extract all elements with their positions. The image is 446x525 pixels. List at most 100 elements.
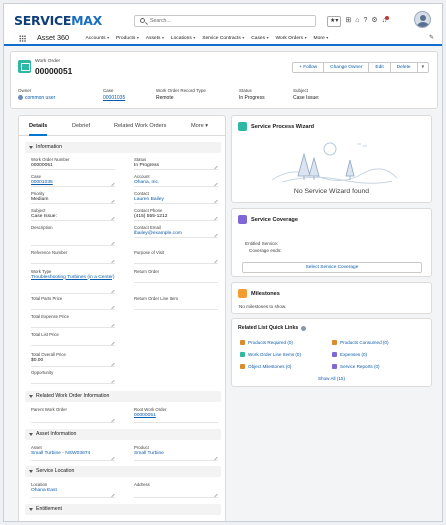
highlight-value[interactable]: 00001035 — [103, 95, 125, 101]
edit-pencil-icon[interactable] — [214, 259, 218, 264]
tab-details[interactable]: Details — [29, 116, 48, 136]
nav-item-accounts[interactable]: Accounts ▾ — [82, 31, 113, 46]
section-service-location[interactable]: Service Location — [25, 466, 221, 477]
edit-pencil-icon[interactable] — [111, 493, 115, 498]
nav-item-locations[interactable]: Locations ▾ — [167, 31, 198, 46]
edit-pencil-icon[interactable] — [111, 341, 115, 346]
change-owner-button[interactable]: Change Owner — [323, 62, 370, 73]
edit-pencil-icon[interactable] — [111, 362, 115, 367]
field-value[interactable]: lbailey@example.com — [134, 231, 218, 237]
header-utility-icons: ★▾ ⊞ ⌂ ? ⚙ ♫ — [327, 15, 389, 27]
coverage-icon — [238, 215, 247, 224]
quick-link-service-reports[interactable]: Service Reports (0) — [332, 364, 380, 369]
field-value[interactable]: Ohana, Inc. — [134, 180, 218, 186]
follow-button[interactable]: + Follow — [292, 62, 325, 73]
edit-pencil-icon[interactable] — [111, 456, 115, 461]
field-value[interactable]: Lauren Bailey — [134, 197, 218, 203]
quick-link-object-milestones[interactable]: Object Milestones (0) — [240, 364, 291, 369]
quick-link-products-consumed[interactable]: Products Consumed (0) — [332, 340, 389, 345]
chevron-down-icon[interactable]: ▾ — [326, 36, 328, 40]
edit-button[interactable]: Edit — [368, 62, 391, 73]
nav-item-work-orders[interactable]: Work Orders ▾ — [271, 31, 311, 46]
chevron-down-icon[interactable]: ▾ — [242, 36, 244, 40]
show-all-link[interactable]: Show All (15) — [232, 376, 431, 381]
nav-item-assets[interactable]: Assets ▾ — [142, 31, 167, 46]
nav-item-more[interactable]: More ▾ — [310, 31, 332, 46]
highlight-owner: Owner common user — [18, 88, 55, 101]
edit-nav-pencil-icon[interactable]: ✎ — [429, 34, 434, 41]
quick-link-label[interactable]: Service Reports (0) — [340, 364, 380, 369]
edit-pencil-icon[interactable] — [111, 323, 115, 328]
notifications-bell-icon[interactable]: ♫ — [382, 15, 389, 27]
chevron-down-icon[interactable]: ▾ — [267, 36, 269, 40]
field-work-order-number: Work Order Number 00000051 — [31, 157, 115, 170]
field-value[interactable]: 00000051 — [134, 413, 218, 419]
field-case: Case 00001035 — [31, 174, 115, 187]
quick-link-label[interactable]: Expenses (0) — [340, 352, 367, 357]
section-information[interactable]: Information — [25, 142, 221, 153]
chevron-down-icon[interactable]: ▾ — [107, 36, 109, 40]
wizard-empty-message: No Service Wizard found — [293, 188, 370, 195]
edit-pencil-icon[interactable] — [111, 379, 115, 384]
nav-item-service-contracts[interactable]: Service Contracts ▾ — [199, 31, 248, 46]
field-value[interactable]: 00001035 — [31, 180, 115, 186]
more-actions-dropdown[interactable]: ▾ — [416, 62, 429, 73]
edit-pencil-icon[interactable] — [111, 305, 115, 310]
app-launcher-icon[interactable] — [19, 35, 26, 42]
field-value[interactable]: Small Turbine — [134, 451, 218, 457]
global-search-input[interactable]: Search... — [134, 15, 316, 27]
line-items-icon — [240, 352, 245, 357]
chevron-down-icon[interactable]: ▾ — [137, 36, 139, 40]
quick-link-label[interactable]: Work Order Line Items (0) — [248, 352, 301, 357]
favorites-icon[interactable]: ★▾ — [327, 15, 342, 27]
edit-pencil-icon[interactable] — [111, 289, 115, 294]
field-value[interactable]: Small Turbine - NSW03674 — [31, 451, 115, 457]
quick-link-label[interactable]: Products Required (0) — [248, 340, 293, 345]
nav-item-label: Cases — [251, 36, 266, 41]
quick-link-work-order-line-items[interactable]: Work Order Line Items (0) — [240, 352, 301, 357]
field-reference-number: Reference Number — [31, 250, 115, 264]
nav-items: Accounts ▾ Products ▾ Assets ▾ Locations ▾ S… — [82, 31, 332, 46]
servicemax-logo[interactable]: SERVICEMAX — [14, 13, 102, 28]
chevron-down-icon[interactable]: ▾ — [305, 36, 307, 40]
field-value[interactable]: Ohana East — [31, 488, 115, 494]
user-avatar[interactable] — [414, 11, 431, 28]
quick-link-label[interactable]: Object Milestones (0) — [248, 364, 291, 369]
edit-pencil-icon[interactable] — [214, 493, 218, 498]
quick-link-label[interactable]: Products Consumed (0) — [340, 340, 389, 345]
nav-item-label: Assets — [145, 36, 161, 41]
milestones-empty-message: No milestones to show. — [239, 304, 287, 309]
edit-pencil-icon[interactable] — [111, 241, 115, 246]
tab-debrief[interactable]: Debrief — [72, 116, 90, 136]
chevron-down-icon[interactable]: ▾ — [162, 36, 164, 40]
tab-more[interactable]: More ▾ — [191, 116, 208, 136]
edit-pencil-icon[interactable] — [214, 456, 218, 461]
field-value[interactable]: Troubleshooting Turbines (in a Center) — [31, 275, 115, 281]
nav-item-cases[interactable]: Cases ▾ — [248, 31, 272, 46]
record-type-label: Work Order — [35, 59, 61, 64]
edit-pencil-icon[interactable] — [111, 259, 115, 264]
field-value: Medium — [31, 196, 49, 202]
section-asset-information[interactable]: Asset Information — [25, 429, 221, 440]
quick-link-products-required[interactable]: Products Required (0) — [240, 340, 293, 345]
edit-pencil-icon[interactable] — [111, 418, 115, 423]
quick-link-expenses[interactable]: Expenses (0) — [332, 352, 367, 357]
select-service-coverage-button[interactable]: Select Service Coverage — [242, 262, 422, 273]
field-label: Parent Work Order — [31, 407, 67, 412]
tab-related-work-orders[interactable]: Related Work Orders — [114, 116, 166, 136]
logo-text-b: MAX — [71, 13, 102, 28]
delete-button[interactable]: Delete — [389, 62, 418, 73]
trailhead-icon[interactable]: ⌂ — [355, 15, 359, 27]
highlight-value[interactable]: common user — [18, 95, 55, 101]
highlight-value: Remote — [156, 94, 174, 101]
info-icon[interactable] — [301, 325, 307, 331]
global-actions-icon[interactable]: ⊞ — [345, 15, 351, 27]
section-related-work-order-information[interactable]: Related Work Order Information — [25, 391, 221, 402]
nav-item-products[interactable]: Products ▾ — [113, 31, 143, 46]
help-icon[interactable]: ? — [364, 15, 368, 27]
owner-name[interactable]: common user — [25, 95, 55, 101]
section-title: Service Location — [36, 468, 75, 474]
setup-gear-icon[interactable]: ⚙ — [371, 15, 377, 27]
chevron-down-icon[interactable]: ▾ — [193, 36, 195, 40]
section-entitlement[interactable]: Entitlement — [25, 504, 221, 515]
